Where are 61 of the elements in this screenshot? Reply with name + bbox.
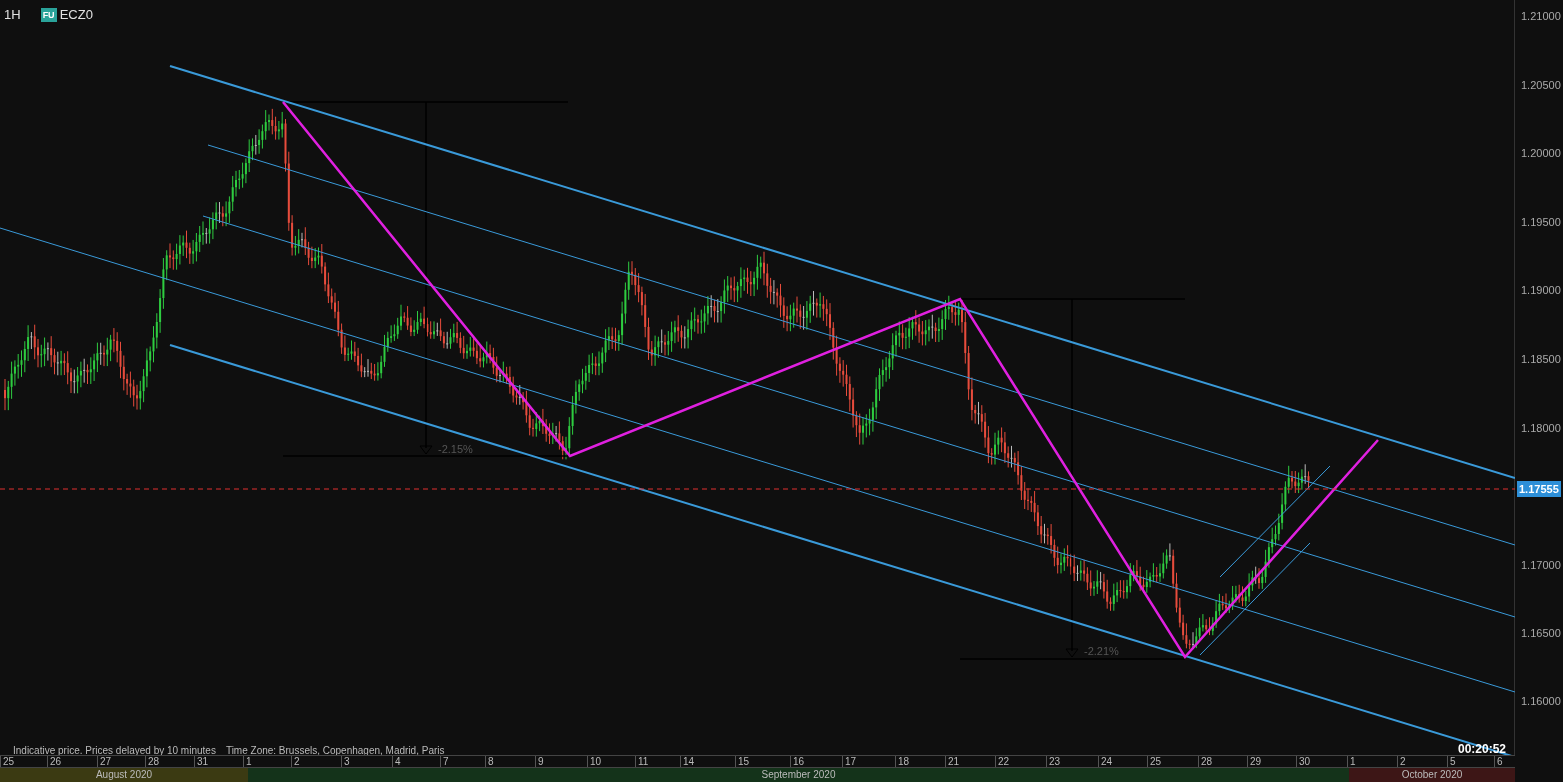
measurement-label: -2.15%	[438, 442, 473, 457]
date-label: 18	[895, 756, 910, 767]
date-label: 26	[47, 756, 62, 767]
date-label: 10	[587, 756, 602, 767]
date-label: 23	[1046, 756, 1061, 767]
interval-label[interactable]: 1H	[4, 5, 21, 25]
current-price-label: 1.17555	[1517, 481, 1561, 497]
date-label: 1	[1347, 756, 1356, 767]
date-label: 30	[1296, 756, 1311, 767]
date-label: 28	[145, 756, 160, 767]
instrument-badge: FU	[40, 7, 57, 22]
trend-line[interactable]	[202, 215, 1515, 618]
date-label: 31	[194, 756, 209, 767]
date-label: 7	[440, 756, 449, 767]
price-label: 1.16000	[1521, 694, 1561, 709]
measurement-label: -2.21%	[1084, 644, 1119, 659]
date-label: 2	[1397, 756, 1406, 767]
zigzag-line[interactable]	[282, 101, 1379, 660]
date-label: 9	[535, 756, 544, 767]
date-label: 2	[291, 756, 300, 767]
trend-line[interactable]	[207, 144, 1515, 546]
trend-line[interactable]	[0, 227, 1515, 693]
month-band: October 2020	[1349, 768, 1515, 782]
price-label: 1.19500	[1521, 215, 1561, 230]
timezone-label: Time Zone: Brussels, Copenhagen, Madrid, Paris	[225, 744, 445, 758]
date-label: 24	[1098, 756, 1113, 767]
symbol-label[interactable]: ECZ0	[59, 5, 93, 25]
date-label: 27	[97, 756, 112, 767]
date-label: 28	[1198, 756, 1213, 767]
price-label: 1.17000	[1521, 558, 1561, 573]
date-label: 16	[790, 756, 805, 767]
date-label: 3	[341, 756, 350, 767]
date-label: 1	[243, 756, 252, 767]
price-label: 1.18000	[1521, 421, 1561, 436]
price-label: 1.20000	[1521, 146, 1561, 161]
price-label: 1.20500	[1521, 78, 1561, 93]
date-label: 14	[680, 756, 695, 767]
price-label: 1.18500	[1521, 352, 1561, 367]
price-label: 1.21000	[1521, 9, 1561, 24]
trend-line[interactable]	[1219, 465, 1331, 578]
date-label: 25	[0, 756, 15, 767]
price-label: 1.19000	[1521, 283, 1561, 298]
month-band: September 2020	[248, 768, 1349, 782]
date-label: 4	[392, 756, 401, 767]
date-label: 17	[842, 756, 857, 767]
date-label: 22	[995, 756, 1010, 767]
measure-tool-drawing[interactable]	[959, 298, 1186, 660]
date-label: 8	[485, 756, 494, 767]
date-label: 6	[1494, 756, 1503, 767]
price-label: 1.16500	[1521, 626, 1561, 641]
month-band: August 2020	[0, 768, 248, 782]
date-label: 11	[635, 756, 649, 767]
date-label: 29	[1247, 756, 1262, 767]
trend-line[interactable]	[169, 65, 1515, 479]
delay-notice: Indicative price. Prices delayed by 10 minutes	[13, 744, 216, 758]
date-label: 15	[735, 756, 750, 767]
trend-line[interactable]	[1199, 542, 1311, 656]
date-label: 5	[1447, 756, 1456, 767]
date-label: 21	[945, 756, 960, 767]
date-label: 25	[1147, 756, 1162, 767]
measure-tool-drawing[interactable]	[282, 101, 569, 457]
